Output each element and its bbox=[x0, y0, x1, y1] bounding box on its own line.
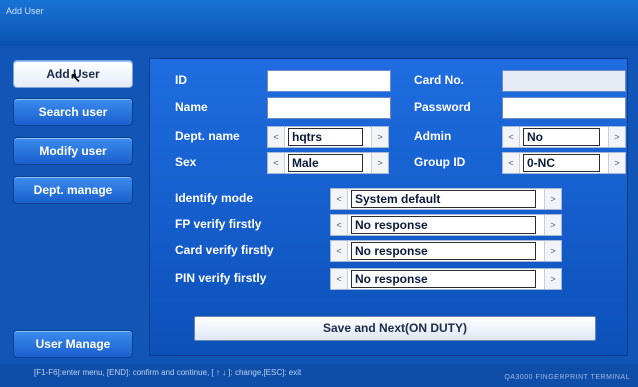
nav-dept-manage-button[interactable]: Dept. manage bbox=[13, 176, 133, 204]
password-label: Password bbox=[414, 100, 471, 114]
name-label: Name bbox=[175, 100, 208, 114]
sex-spinner[interactable]: < Male > bbox=[267, 152, 389, 174]
status-bar: [F1-F6]:enter menu, [END]: confirm and c… bbox=[0, 364, 638, 387]
chevron-left-icon[interactable]: < bbox=[331, 241, 348, 261]
chevron-left-icon[interactable]: < bbox=[503, 153, 520, 173]
chevron-right-icon[interactable]: > bbox=[544, 241, 561, 261]
group-id-value: 0-NC bbox=[523, 154, 600, 172]
chevron-right-icon[interactable]: > bbox=[544, 269, 561, 289]
pin-verify-spinner[interactable]: < No response > bbox=[330, 268, 562, 290]
fp-verify-label: FP verify firstly bbox=[175, 217, 262, 231]
dept-name-label: Dept. name bbox=[175, 129, 240, 143]
group-id-spinner[interactable]: < 0-NC > bbox=[502, 152, 626, 174]
card-no-label: Card No. bbox=[414, 73, 465, 87]
fp-verify-value: No response bbox=[351, 216, 536, 234]
card-verify-label: Card verify firstly bbox=[175, 243, 274, 257]
identify-mode-value: System default bbox=[351, 190, 536, 208]
user-form-panel: ID Card No. Name Password Dept. name < h… bbox=[149, 58, 628, 356]
admin-spinner[interactable]: < No > bbox=[502, 126, 626, 148]
chevron-right-icon[interactable]: > bbox=[608, 127, 625, 147]
chevron-left-icon[interactable]: < bbox=[268, 127, 285, 147]
nav-add-user-button[interactable]: Add User ↖ bbox=[13, 60, 133, 88]
chevron-left-icon[interactable]: < bbox=[268, 153, 285, 173]
device-brand-text: QA3000 FINGERPRINT TERMINAL bbox=[504, 374, 630, 381]
nav-user-manage-button[interactable]: User Manage bbox=[13, 330, 133, 358]
card-verify-spinner[interactable]: < No response > bbox=[330, 240, 562, 262]
fp-verify-spinner[interactable]: < No response > bbox=[330, 214, 562, 236]
dept-name-value: hqtrs bbox=[288, 128, 363, 146]
mouse-cursor-icon: ↖ bbox=[70, 70, 81, 85]
identify-mode-spinner[interactable]: < System default > bbox=[330, 188, 562, 210]
name-input[interactable] bbox=[267, 97, 391, 119]
pin-verify-value: No response bbox=[351, 270, 536, 288]
chevron-right-icon[interactable]: > bbox=[544, 189, 561, 209]
chevron-right-icon[interactable]: > bbox=[371, 127, 388, 147]
chevron-left-icon[interactable]: < bbox=[331, 189, 348, 209]
identify-mode-label: Identify mode bbox=[175, 191, 254, 205]
sex-value: Male bbox=[288, 154, 363, 172]
chevron-right-icon[interactable]: > bbox=[544, 215, 561, 235]
pin-verify-label: PIN verify firstly bbox=[175, 271, 267, 285]
id-input[interactable] bbox=[267, 70, 391, 92]
chevron-left-icon[interactable]: < bbox=[503, 127, 520, 147]
id-label: ID bbox=[175, 73, 187, 87]
chevron-right-icon[interactable]: > bbox=[608, 153, 625, 173]
group-id-label: Group ID bbox=[414, 155, 466, 169]
dept-name-spinner[interactable]: < hqtrs > bbox=[267, 126, 389, 148]
admin-label: Admin bbox=[414, 129, 452, 143]
window-title: Add User bbox=[6, 6, 44, 16]
chevron-right-icon[interactable]: > bbox=[371, 153, 388, 173]
add-user-screen: Add User Add User ↖ Search user Modify u… bbox=[0, 0, 638, 387]
nav-modify-user-button[interactable]: Modify user bbox=[13, 137, 133, 165]
nav-search-user-button[interactable]: Search user bbox=[13, 98, 133, 126]
key-hint-text: [F1-F6]:enter menu, [END]: confirm and c… bbox=[34, 368, 302, 377]
title-bar: Add User bbox=[0, 0, 638, 46]
card-verify-value: No response bbox=[351, 242, 536, 260]
card-no-input[interactable] bbox=[502, 70, 626, 92]
save-and-next-button[interactable]: Save and Next(ON DUTY) bbox=[194, 316, 596, 341]
chevron-left-icon[interactable]: < bbox=[331, 269, 348, 289]
sex-label: Sex bbox=[175, 155, 197, 169]
admin-value: No bbox=[523, 128, 600, 146]
password-input[interactable] bbox=[502, 97, 626, 119]
chevron-left-icon[interactable]: < bbox=[331, 215, 348, 235]
